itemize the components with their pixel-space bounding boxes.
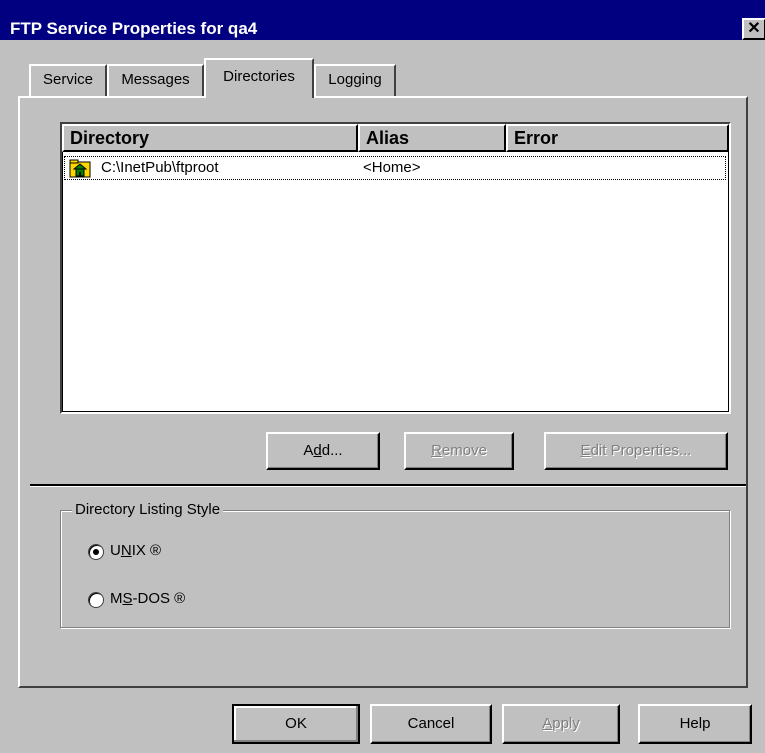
close-icon: ✕ bbox=[747, 20, 761, 37]
cancel-button[interactable]: Cancel bbox=[370, 704, 492, 744]
button-accelerator: R bbox=[431, 442, 442, 459]
button-label: OK bbox=[285, 715, 307, 732]
tab-label: Logging bbox=[328, 71, 382, 88]
button-accelerator: E bbox=[580, 442, 591, 459]
tab-label: Service bbox=[42, 71, 94, 88]
folder-home-icon bbox=[69, 159, 91, 178]
tab-logging[interactable]: Logging bbox=[314, 64, 396, 96]
radio-label-part: IX ® bbox=[131, 542, 162, 559]
close-button[interactable]: ✕ bbox=[742, 18, 765, 40]
directory-list[interactable]: Directory Alias Error C:\InetPub\ftproot… bbox=[60, 122, 731, 414]
listing-style-group bbox=[60, 510, 730, 628]
tab-directories[interactable]: Directories bbox=[204, 58, 314, 98]
column-header-label: Alias bbox=[366, 128, 410, 148]
column-header-label: Directory bbox=[70, 128, 150, 148]
button-label-part: dit Properties... bbox=[590, 442, 692, 459]
radio-accelerator: N bbox=[120, 542, 132, 559]
radio-label-part: -DOS ® bbox=[132, 590, 186, 607]
button-label: Help bbox=[679, 715, 711, 732]
listing-style-group-label: Directory Listing Style bbox=[72, 502, 224, 518]
radio-label-part: M bbox=[110, 590, 123, 607]
button-label-part: emove bbox=[441, 442, 487, 459]
tab-service[interactable]: Service bbox=[29, 64, 107, 96]
button-accelerator: A bbox=[542, 715, 553, 732]
ok-button[interactable]: OK bbox=[232, 704, 360, 744]
directory-path: C:\InetPub\ftproot bbox=[101, 159, 219, 176]
tab-label: Directories bbox=[223, 68, 295, 85]
apply-button[interactable]: Apply bbox=[502, 704, 620, 744]
column-header-alias[interactable]: Alias bbox=[358, 124, 506, 152]
column-header-label: Error bbox=[514, 128, 559, 148]
edit-properties-button[interactable]: Edit Properties... bbox=[544, 432, 728, 470]
button-label-part: A bbox=[303, 442, 314, 459]
radio-button[interactable] bbox=[88, 544, 104, 560]
section-divider bbox=[30, 484, 746, 487]
radio-accelerator: S bbox=[122, 590, 133, 607]
add-button[interactable]: Add... bbox=[266, 432, 380, 470]
button-label: Cancel bbox=[407, 715, 455, 732]
title-bar: FTP Service Properties for qa4 bbox=[0, 0, 765, 40]
tab-label: Messages bbox=[121, 71, 190, 88]
column-header-error[interactable]: Error bbox=[506, 124, 729, 152]
list-item[interactable]: C:\InetPub\ftproot <Home> bbox=[64, 156, 726, 180]
radio-label-part: U bbox=[110, 542, 121, 559]
button-label-part: d... bbox=[321, 442, 343, 459]
radio-label: MS-DOS ® bbox=[110, 590, 185, 608]
help-button[interactable]: Help bbox=[638, 704, 752, 744]
remove-button[interactable]: Remove bbox=[404, 432, 514, 470]
radio-selected-dot bbox=[93, 549, 99, 555]
directory-alias: <Home> bbox=[363, 159, 421, 176]
button-accelerator: d bbox=[313, 442, 322, 459]
tab-messages[interactable]: Messages bbox=[107, 64, 204, 96]
button-label-part: pply bbox=[552, 715, 580, 732]
column-header-directory[interactable]: Directory bbox=[62, 124, 358, 152]
dialog-window: FTP Service Properties for qa4 ✕ Service… bbox=[0, 0, 765, 753]
radio-button[interactable] bbox=[88, 592, 104, 608]
radio-label: UNIX ® bbox=[110, 542, 161, 560]
window-title: FTP Service Properties for qa4 bbox=[10, 19, 258, 38]
